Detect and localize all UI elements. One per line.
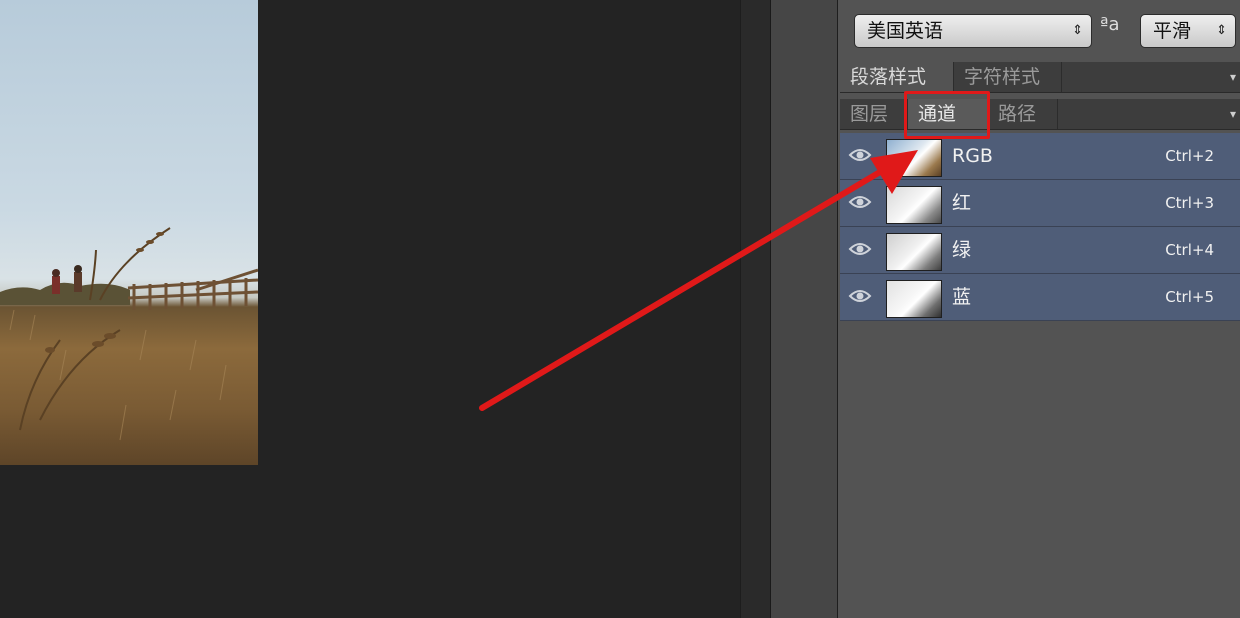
eye-icon[interactable]	[848, 145, 872, 165]
channel-name: 红	[952, 192, 972, 214]
channel-thumbnail	[886, 139, 942, 177]
channel-list: RGB Ctrl+2 红 Ctrl+3 绿 Ctrl+4 蓝 Ctrl+5	[840, 133, 1240, 321]
language-select[interactable]: 美国英语 ⇕	[854, 14, 1092, 48]
channel-name: 绿	[952, 239, 972, 261]
tab-paths[interactable]: 路径	[988, 99, 1058, 129]
highlight-box	[904, 91, 990, 139]
channel-shortcut: Ctrl+5	[1165, 288, 1214, 306]
select-arrows-icon: ⇕	[1072, 23, 1083, 38]
canvas-gutter	[740, 0, 771, 618]
document-canvas[interactable]	[0, 0, 740, 618]
channel-name: 蓝	[952, 286, 972, 308]
channel-row-rgb[interactable]: RGB Ctrl+2	[840, 133, 1240, 180]
antialias-select[interactable]: 平滑 ⇕	[1140, 14, 1236, 48]
channel-row-red[interactable]: 红 Ctrl+3	[840, 180, 1240, 227]
tab-character-styles[interactable]: 字符样式	[954, 62, 1062, 92]
channel-shortcut: Ctrl+4	[1165, 241, 1214, 259]
panel-dock-strip	[770, 0, 839, 618]
tab-paragraph-styles[interactable]: 段落样式	[840, 62, 954, 92]
channel-row-blue[interactable]: 蓝 Ctrl+5	[840, 274, 1240, 321]
eye-icon[interactable]	[848, 192, 872, 212]
select-arrows-icon: ⇕	[1216, 23, 1227, 38]
antialias-icon: ªa	[1100, 14, 1120, 35]
channel-row-green[interactable]: 绿 Ctrl+4	[840, 227, 1240, 274]
language-select-value: 美国英语	[867, 20, 944, 42]
panel-menu-icon[interactable]: ▾	[1230, 62, 1236, 92]
antialias-select-value: 平滑	[1153, 20, 1192, 42]
panel-menu-icon[interactable]: ▾	[1230, 99, 1236, 129]
style-tab-bar: 段落样式 字符样式 ▾	[840, 62, 1240, 93]
eye-icon[interactable]	[848, 239, 872, 259]
layers-tab-bar: 图层 通道 路径 ▾	[840, 99, 1240, 130]
channel-thumbnail	[886, 280, 942, 318]
channel-thumbnail	[886, 186, 942, 224]
tab-layers[interactable]: 图层	[840, 99, 908, 129]
eye-icon[interactable]	[848, 286, 872, 306]
channel-shortcut: Ctrl+2	[1165, 147, 1214, 165]
channel-name: RGB	[952, 145, 993, 167]
channel-thumbnail	[886, 233, 942, 271]
photo-image	[0, 0, 258, 465]
channel-shortcut: Ctrl+3	[1165, 194, 1214, 212]
